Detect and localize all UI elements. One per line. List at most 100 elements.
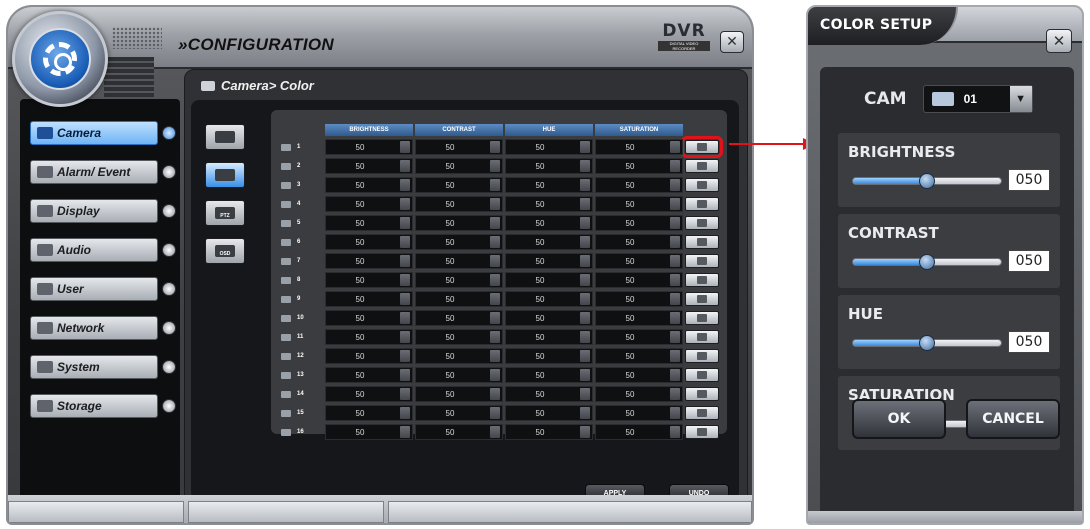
value-spinbox[interactable]: 50	[325, 348, 413, 364]
value-spinbox[interactable]: 50	[325, 196, 413, 212]
spinner-arrows-icon[interactable]	[490, 293, 500, 305]
sidebar-item-network[interactable]: Network	[30, 316, 158, 340]
spinner-arrows-icon[interactable]	[400, 160, 410, 172]
value-spinbox[interactable]: 50	[325, 405, 413, 421]
spinner-arrows-icon[interactable]	[490, 236, 500, 248]
camera-color-button[interactable]	[205, 162, 245, 188]
spinner-arrows-icon[interactable]	[490, 331, 500, 343]
sidebar-item-user[interactable]: User	[30, 277, 158, 301]
cam-select[interactable]: 01 ▼	[922, 85, 1033, 113]
value-spinbox[interactable]: 50	[505, 405, 593, 421]
value-spinbox[interactable]: 50	[415, 177, 503, 193]
spinner-arrows-icon[interactable]	[670, 293, 680, 305]
value-spinbox[interactable]: 50	[595, 234, 683, 250]
spinner-arrows-icon[interactable]	[580, 426, 590, 438]
color-setup-button[interactable]	[685, 273, 719, 287]
spinner-arrows-icon[interactable]	[400, 388, 410, 400]
value-spinbox[interactable]: 50	[415, 310, 503, 326]
color-setup-button[interactable]	[685, 406, 719, 420]
spinner-arrows-icon[interactable]	[400, 293, 410, 305]
spinner-arrows-icon[interactable]	[580, 274, 590, 286]
spinner-arrows-icon[interactable]	[490, 426, 500, 438]
spinner-arrows-icon[interactable]	[670, 369, 680, 381]
spinner-arrows-icon[interactable]	[400, 350, 410, 362]
value-spinbox[interactable]: 50	[595, 158, 683, 174]
spinner-arrows-icon[interactable]	[400, 369, 410, 381]
color-setup-button[interactable]	[685, 235, 719, 249]
color-setup-button[interactable]	[685, 368, 719, 382]
value-spinbox[interactable]: 50	[325, 158, 413, 174]
value-spinbox[interactable]: 50	[595, 196, 683, 212]
color-setup-button[interactable]	[685, 159, 719, 173]
spinner-arrows-icon[interactable]	[490, 407, 500, 419]
value-spinbox[interactable]: 50	[325, 291, 413, 307]
slider-thumb[interactable]	[919, 254, 935, 270]
spinner-arrows-icon[interactable]	[670, 236, 680, 248]
value-spinbox[interactable]: 50	[505, 348, 593, 364]
value-spinbox[interactable]: 50	[415, 291, 503, 307]
value-spinbox[interactable]: 50	[415, 234, 503, 250]
close-button[interactable]: ✕	[720, 31, 744, 53]
color-setup-button[interactable]	[685, 330, 719, 344]
value-spinbox[interactable]: 50	[595, 272, 683, 288]
value-spinbox[interactable]: 50	[325, 367, 413, 383]
spinner-arrows-icon[interactable]	[580, 160, 590, 172]
cancel-button[interactable]: CANCEL	[966, 399, 1060, 439]
spinner-arrows-icon[interactable]	[580, 312, 590, 324]
spinner-arrows-icon[interactable]	[670, 255, 680, 267]
value-spinbox[interactable]: 50	[415, 405, 503, 421]
slider-thumb[interactable]	[919, 173, 935, 189]
spinner-arrows-icon[interactable]	[670, 179, 680, 191]
spinner-arrows-icon[interactable]	[490, 369, 500, 381]
value-spinbox[interactable]: 50	[505, 139, 593, 155]
color-setup-button[interactable]	[685, 216, 719, 230]
value-spinbox[interactable]: 50	[505, 329, 593, 345]
sidebar-item-camera[interactable]: Camera	[30, 121, 158, 145]
value-spinbox[interactable]: 50	[505, 291, 593, 307]
spinner-arrows-icon[interactable]	[400, 198, 410, 210]
spinner-arrows-icon[interactable]	[670, 274, 680, 286]
spinner-arrows-icon[interactable]	[670, 217, 680, 229]
spinner-arrows-icon[interactable]	[400, 255, 410, 267]
spinner-arrows-icon[interactable]	[490, 274, 500, 286]
value-spinbox[interactable]: 50	[415, 139, 503, 155]
spinner-arrows-icon[interactable]	[670, 388, 680, 400]
value-spinbox[interactable]: 50	[505, 253, 593, 269]
value-spinbox[interactable]: 50	[325, 386, 413, 402]
color-setup-button[interactable]	[685, 292, 719, 306]
dialog-close-button[interactable]: ✕	[1046, 29, 1072, 53]
spinner-arrows-icon[interactable]	[580, 293, 590, 305]
value-spinbox[interactable]: 50	[595, 386, 683, 402]
spinner-arrows-icon[interactable]	[580, 388, 590, 400]
hue-slider[interactable]	[852, 335, 1002, 351]
spinner-arrows-icon[interactable]	[580, 217, 590, 229]
sidebar-item-audio[interactable]: Audio	[30, 238, 158, 262]
spinner-arrows-icon[interactable]	[490, 217, 500, 229]
spinner-arrows-icon[interactable]	[580, 141, 590, 153]
value-spinbox[interactable]: 50	[415, 253, 503, 269]
value-spinbox[interactable]: 50	[415, 386, 503, 402]
value-spinbox[interactable]: 50	[415, 367, 503, 383]
spinner-arrows-icon[interactable]	[490, 388, 500, 400]
spinner-arrows-icon[interactable]	[670, 160, 680, 172]
slider-thumb[interactable]	[919, 335, 935, 351]
value-spinbox[interactable]: 50	[595, 329, 683, 345]
value-spinbox[interactable]: 50	[595, 253, 683, 269]
value-spinbox[interactable]: 50	[325, 329, 413, 345]
brightness-slider[interactable]	[852, 173, 1002, 189]
spinner-arrows-icon[interactable]	[580, 369, 590, 381]
sidebar-item-system[interactable]: System	[30, 355, 158, 379]
value-spinbox[interactable]: 50	[505, 424, 593, 440]
color-setup-button[interactable]	[685, 349, 719, 363]
camera-setup-button[interactable]	[205, 124, 245, 150]
value-spinbox[interactable]: 50	[325, 234, 413, 250]
value-spinbox[interactable]: 50	[415, 158, 503, 174]
color-setup-button[interactable]	[685, 254, 719, 268]
spinner-arrows-icon[interactable]	[670, 331, 680, 343]
value-spinbox[interactable]: 50	[505, 158, 593, 174]
spinner-arrows-icon[interactable]	[670, 312, 680, 324]
spinner-arrows-icon[interactable]	[490, 160, 500, 172]
value-spinbox[interactable]: 50	[505, 310, 593, 326]
value-spinbox[interactable]: 50	[505, 234, 593, 250]
value-spinbox[interactable]: 50	[325, 177, 413, 193]
